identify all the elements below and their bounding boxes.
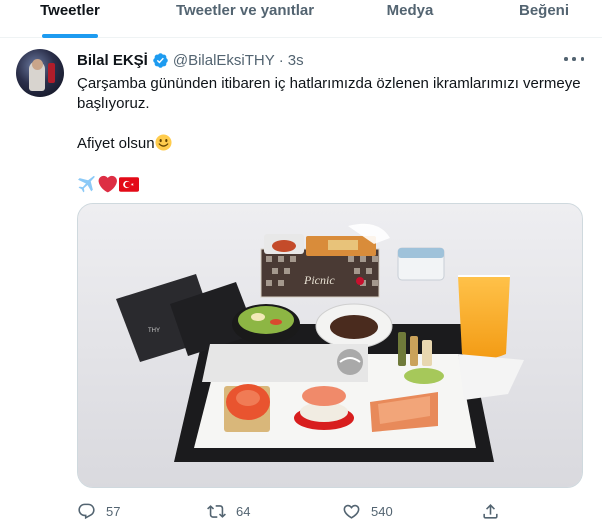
author-handle[interactable]: @BilalEksiTHY bbox=[173, 52, 275, 69]
tweet[interactable]: Bilal EKŞİ @BilalEksiTHY · 3s Çarşamba g… bbox=[0, 38, 602, 531]
svg-text:THY: THY bbox=[148, 328, 160, 334]
verified-badge-icon bbox=[153, 52, 168, 68]
tab-tweets[interactable]: Tweetler bbox=[16, 0, 124, 38]
avatar-background-detail bbox=[48, 63, 55, 83]
like-button[interactable]: 540 bbox=[342, 498, 393, 524]
tab-tweets-and-replies-label: Tweetler ve yanıtlar bbox=[175, 2, 315, 19]
reply-icon bbox=[78, 503, 95, 519]
emoji-row bbox=[77, 174, 139, 194]
tweet-text-line-2: Afiyet olsun bbox=[77, 134, 172, 154]
tweet-media-image[interactable]: THY Picnic bbox=[77, 203, 583, 488]
turkey-flag-emoji-icon bbox=[119, 176, 139, 192]
tab-likes[interactable]: Beğeni bbox=[492, 0, 596, 38]
heart-icon bbox=[343, 504, 360, 519]
more-options-icon[interactable] bbox=[564, 52, 584, 66]
tab-likes-label: Beğeni bbox=[518, 2, 569, 19]
retweet-button[interactable]: 64 bbox=[207, 498, 250, 524]
smiling-face-emoji-icon bbox=[155, 134, 172, 151]
tweet-header: Bilal EKŞİ @BilalEksiTHY · 3s bbox=[77, 50, 304, 70]
author-name[interactable]: Bilal EKŞİ bbox=[77, 52, 148, 69]
tweet-text-line-1: Çarşamba gününden itibaren iç hatlarımız… bbox=[77, 75, 581, 112]
tab-media-label: Medya bbox=[386, 2, 434, 19]
red-heart-emoji-icon bbox=[98, 175, 117, 192]
reply-button[interactable]: 57 bbox=[77, 498, 120, 524]
share-button[interactable] bbox=[481, 498, 500, 524]
tab-tweets-and-replies[interactable]: Tweetler ve yanıtlar bbox=[160, 0, 330, 38]
tab-tweets-label: Tweetler bbox=[40, 2, 100, 19]
reply-count: 57 bbox=[106, 503, 121, 519]
inflight-meal-photo: THY Picnic bbox=[78, 204, 582, 487]
retweet-count: 64 bbox=[236, 503, 251, 519]
tab-media[interactable]: Medya bbox=[360, 0, 460, 38]
tweet-actions: 57 64 540 bbox=[77, 498, 597, 524]
tweet-text-line-2-label: Afiyet olsun bbox=[77, 135, 155, 152]
airplane-emoji-icon bbox=[78, 175, 95, 192]
separator-dot: · bbox=[278, 51, 284, 69]
media-brand-text: Picnic bbox=[303, 273, 335, 287]
like-count: 540 bbox=[371, 503, 393, 519]
profile-tabs: Tweetler Tweetler ve yanıtlar Medya Beğe… bbox=[0, 0, 602, 38]
retweet-icon bbox=[207, 504, 226, 518]
tweet-timestamp[interactable]: 3s bbox=[288, 52, 304, 69]
avatar-head bbox=[32, 59, 43, 70]
share-icon bbox=[483, 503, 498, 519]
avatar[interactable] bbox=[16, 49, 64, 97]
